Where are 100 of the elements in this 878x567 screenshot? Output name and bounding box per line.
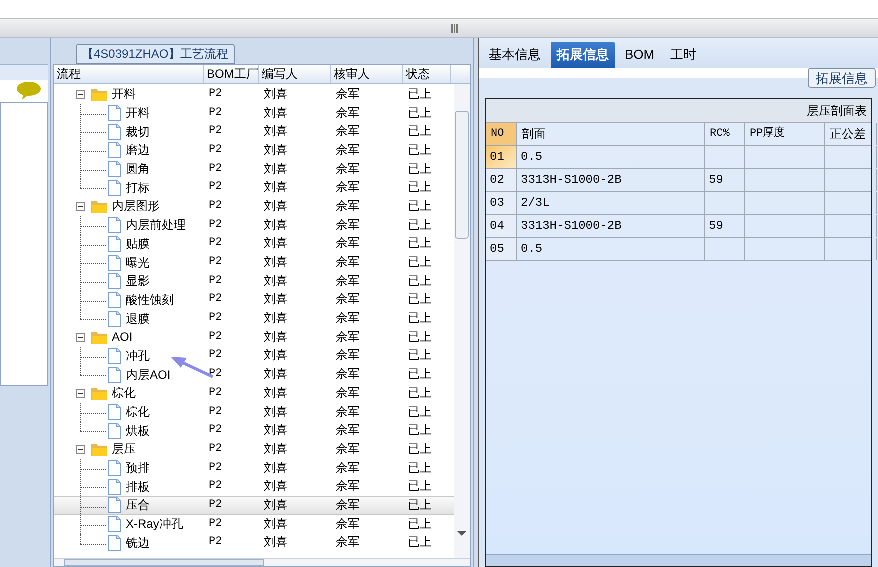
- document-icon: [108, 422, 121, 439]
- tree-row[interactable]: 烘板 P2 刘喜 佘军 已上: [54, 421, 454, 440]
- column-header[interactable]: RC%: [705, 123, 745, 145]
- table-cell-text: 已上: [407, 534, 433, 552]
- process-name: 内层图形: [112, 198, 160, 216]
- table-cell-text: 已上: [407, 478, 433, 496]
- table-cell-text: P2: [208, 479, 224, 494]
- table-cell: 0.5: [517, 146, 705, 168]
- table-cell-text: 刘喜: [263, 328, 289, 346]
- tree-row[interactable]: 打标 P2 刘喜 佘军 已上: [54, 178, 454, 198]
- collapse-toggle[interactable]: [76, 332, 85, 342]
- column-header[interactable]: 正公差: [825, 123, 877, 145]
- process-name: 酸性蚀刻: [126, 292, 174, 309]
- tree-row[interactable]: 铣边 P2 刘喜 佘军 已上: [54, 534, 454, 552]
- table-cell-text: 佘军: [335, 291, 361, 308]
- process-name: 烘板: [126, 422, 150, 440]
- scrollbar-thumb[interactable]: [455, 111, 469, 239]
- table-cell-text: P2: [208, 180, 224, 196]
- document-icon: [108, 534, 121, 551]
- tree-row[interactable]: 酸性蚀刻 P2 刘喜 佘军 已上: [54, 290, 454, 310]
- tree-row[interactable]: 磨边 P2 刘喜 佘军 已上: [54, 141, 454, 160]
- table-cell-text: P2: [208, 535, 224, 550]
- tree-row[interactable]: 开料 P2 刘喜 佘军 已上: [54, 104, 454, 122]
- row-number[interactable]: 04: [486, 215, 517, 237]
- scroll-down-icon[interactable]: [457, 531, 467, 536]
- tree-row[interactable]: 压合 P2 刘喜 佘军 已上: [54, 496, 454, 515]
- tree-row[interactable]: 圆角 P2 刘喜 佘军 已上: [54, 160, 454, 178]
- document-icon: [108, 142, 121, 158]
- column-header[interactable]: BOM工厂: [204, 65, 259, 83]
- table-cell-text: 佘军: [335, 516, 361, 533]
- folder-icon: [91, 200, 107, 213]
- table-cell-text: P2: [208, 348, 224, 364]
- document-icon: [108, 310, 121, 327]
- column-header[interactable]: PP厚度: [745, 123, 825, 145]
- document-icon: [108, 348, 121, 364]
- process-name: 开料: [112, 86, 136, 104]
- table-cell-text: 已上: [407, 496, 433, 514]
- row-number[interactable]: 01: [486, 146, 517, 168]
- tree-row[interactable]: X-Ray冲孔 P2 刘喜 佘军 已上: [54, 514, 454, 534]
- tree-row[interactable]: 退膜 P2 刘喜 佘军 已上: [54, 309, 454, 328]
- column-header[interactable]: 流程: [54, 65, 204, 83]
- tree-row[interactable]: 预排 P2 刘喜 佘军 已上: [54, 458, 454, 478]
- tab[interactable]: 基本信息: [483, 42, 547, 68]
- table-cell-text: 佘军: [335, 422, 361, 440]
- table-cell-text: 刘喜: [263, 198, 289, 215]
- column-header[interactable]: 核审人: [331, 65, 403, 83]
- row-number[interactable]: 03: [486, 192, 517, 214]
- table-cell-text: 刘喜: [263, 160, 289, 178]
- tree-row[interactable]: 棕化 P2 刘喜 佘军 已上: [54, 402, 454, 422]
- process-name: X-Ray冲孔: [126, 516, 184, 534]
- table-cell-text: P2: [208, 162, 224, 177]
- tree-row[interactable]: 开料 P2 刘喜 佘军 已上: [54, 85, 454, 104]
- splitter-grip-icon[interactable]: [451, 24, 458, 32]
- tree-row[interactable]: 内层前处理 P2 刘喜 佘军 已上: [54, 216, 454, 234]
- document-icon: [108, 124, 121, 140]
- table-cell-text: 刘喜: [263, 104, 289, 122]
- tree-row[interactable]: 显影 P2 刘喜 佘军 已上: [54, 272, 454, 291]
- tree-row[interactable]: AOI P2 刘喜 佘军 已上: [54, 328, 454, 347]
- tree-row[interactable]: 贴膜 P2 刘喜 佘军 已上: [54, 234, 454, 254]
- row-number[interactable]: 05: [486, 238, 517, 260]
- table-cell-text: 已上: [407, 366, 433, 384]
- folder-icon: [91, 330, 107, 344]
- table-cell-text: 刘喜: [263, 179, 289, 196]
- table-cell-text: 已上: [407, 310, 433, 328]
- tree-row[interactable]: 裁切 P2 刘喜 佘军 已上: [54, 122, 454, 142]
- process-name: 层压: [112, 441, 136, 458]
- tab[interactable]: 工时: [664, 42, 703, 68]
- table-cell-text: 已上: [407, 347, 433, 364]
- table-cell-text: 刘喜: [263, 86, 289, 103]
- table-cell-text: 刘喜: [263, 216, 289, 234]
- column-header[interactable]: 编写人: [259, 65, 331, 83]
- tree-row[interactable]: 曝光 P2 刘喜 佘军 已上: [54, 253, 454, 272]
- row-number[interactable]: 02: [486, 169, 517, 191]
- tab[interactable]: 拓展信息: [551, 42, 615, 68]
- collapse-toggle[interactable]: [76, 444, 85, 454]
- horizontal-scrollbar[interactable]: [54, 558, 470, 566]
- tab[interactable]: BOM: [619, 42, 661, 68]
- table-cell-text: 刘喜: [263, 516, 289, 533]
- column-header[interactable]: 状态: [403, 65, 451, 83]
- vertical-scrollbar[interactable]: [454, 84, 470, 558]
- table-cell: 3313H-S1000-2B: [517, 215, 705, 237]
- table-cell-text: 已上: [407, 160, 433, 178]
- horizontal-scrollbar[interactable]: [486, 554, 871, 566]
- tree-row[interactable]: 内层图形 P2 刘喜 佘军 已上: [54, 197, 454, 216]
- column-header[interactable]: 剖面: [517, 123, 705, 145]
- tree-row[interactable]: 层压 P2 刘喜 佘军 已上: [54, 440, 454, 459]
- table-cell-text: P2: [208, 86, 224, 102]
- table-cell-text: 刘喜: [263, 142, 289, 159]
- table-cell-text: 已上: [407, 235, 433, 252]
- table-cell-text: P2: [208, 106, 224, 121]
- table-cell-text: 已上: [407, 516, 433, 533]
- column-header[interactable]: NO: [486, 123, 517, 145]
- document-icon: [108, 460, 121, 476]
- table-cell-text: P2: [208, 516, 224, 532]
- table-cell-text: P2: [208, 404, 224, 420]
- tree-row[interactable]: 冲孔 P2 刘喜 佘军 已上: [54, 346, 454, 366]
- collapse-toggle[interactable]: [76, 388, 85, 398]
- tree-row[interactable]: 棕化 P2 刘喜 佘军 已上: [54, 384, 454, 403]
- collapse-toggle[interactable]: [76, 90, 85, 99]
- collapse-toggle[interactable]: [76, 202, 85, 211]
